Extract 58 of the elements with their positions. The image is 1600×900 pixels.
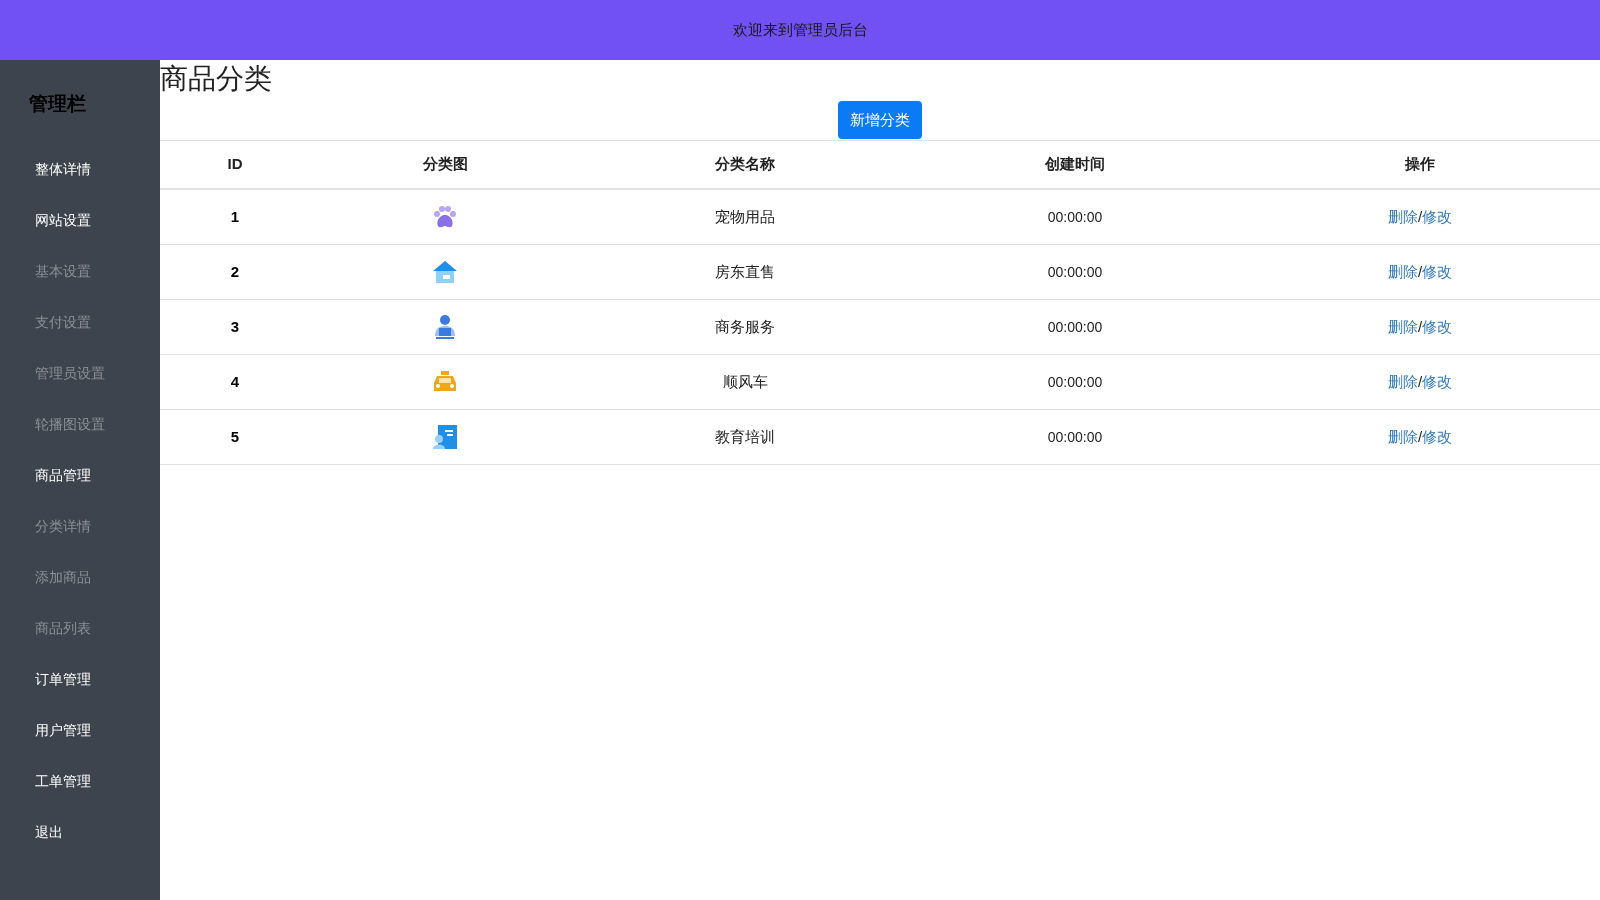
sidebar-item[interactable]: 工单管理: [35, 770, 91, 822]
table-cell-text: 00:00:00: [1047, 262, 1103, 282]
sidebar-title: 管理栏: [29, 92, 87, 116]
teacher-board-icon: [432, 424, 458, 450]
add-category-button[interactable]: 新增分类: [838, 101, 922, 139]
table-cell-text: 3: [230, 316, 240, 337]
sidebar-item[interactable]: 用户管理: [35, 719, 91, 771]
table-cell-text: 房东直售: [715, 261, 775, 282]
column-header: 创建时间: [1044, 154, 1106, 175]
sidebar-item[interactable]: 轮播图设置: [35, 413, 105, 465]
separator-text: /: [1417, 316, 1423, 337]
column-header: 分类图: [421, 154, 469, 175]
table-cell-text: 00:00:00: [1047, 427, 1103, 447]
table-cell-text: 1: [230, 206, 240, 227]
table-cell-text: 00:00:00: [1047, 317, 1103, 337]
column-header: 操作: [1404, 154, 1436, 175]
sidebar-item[interactable]: 添加商品: [35, 566, 91, 618]
edit-link[interactable]: 修改: [1422, 370, 1453, 394]
sidebar-item[interactable]: 网站设置: [35, 209, 91, 261]
separator-text: /: [1417, 261, 1423, 282]
table-cell-text: 教育培训: [715, 426, 775, 447]
page-title: 商品分类: [160, 62, 272, 96]
table-cell-text: 顺风车: [722, 371, 768, 392]
table-cell-text: 00:00:00: [1047, 372, 1103, 392]
sidebar-item[interactable]: 订单管理: [35, 668, 91, 720]
sidebar-item[interactable]: 退出: [35, 821, 63, 873]
person-at-laptop-icon: [432, 314, 458, 340]
separator-text: /: [1417, 371, 1423, 392]
sidebar-item[interactable]: 分类详情: [35, 515, 91, 567]
edit-link[interactable]: 修改: [1422, 315, 1453, 339]
delete-link[interactable]: 删除: [1387, 370, 1418, 394]
delete-link[interactable]: 删除: [1387, 425, 1418, 449]
delete-link[interactable]: 删除: [1387, 260, 1418, 284]
sidebar-item[interactable]: 整体详情: [35, 158, 91, 210]
taxi-icon: [432, 370, 458, 394]
sidebar-item[interactable]: 基本设置: [35, 260, 91, 312]
table-cell-text: 商务服务: [715, 316, 775, 337]
sidebar-item[interactable]: 支付设置: [35, 311, 91, 363]
sidebar-item[interactable]: 商品管理: [35, 464, 91, 516]
table-cell-text: 2: [230, 261, 240, 282]
table-cell-text: 4: [230, 371, 240, 392]
separator-text: /: [1417, 206, 1423, 227]
table-cell-text: 5: [230, 426, 240, 447]
separator-text: /: [1417, 426, 1423, 447]
delete-link[interactable]: 删除: [1387, 315, 1418, 339]
table-cell-text: 00:00:00: [1047, 207, 1103, 227]
table-cell-text: 宠物用品: [715, 206, 775, 227]
house-icon: [432, 259, 458, 285]
column-header: 分类名称: [714, 154, 776, 175]
edit-link[interactable]: 修改: [1422, 260, 1453, 284]
paw-icon: [432, 205, 458, 229]
edit-link[interactable]: 修改: [1422, 425, 1453, 449]
sidebar-item[interactable]: 商品列表: [35, 617, 91, 669]
delete-link[interactable]: 删除: [1387, 205, 1418, 229]
edit-link[interactable]: 修改: [1422, 205, 1453, 229]
sidebar-item[interactable]: 管理员设置: [35, 362, 105, 414]
header-title: 欢迎来到管理员后台: [732, 19, 868, 40]
column-header: ID: [226, 154, 244, 175]
